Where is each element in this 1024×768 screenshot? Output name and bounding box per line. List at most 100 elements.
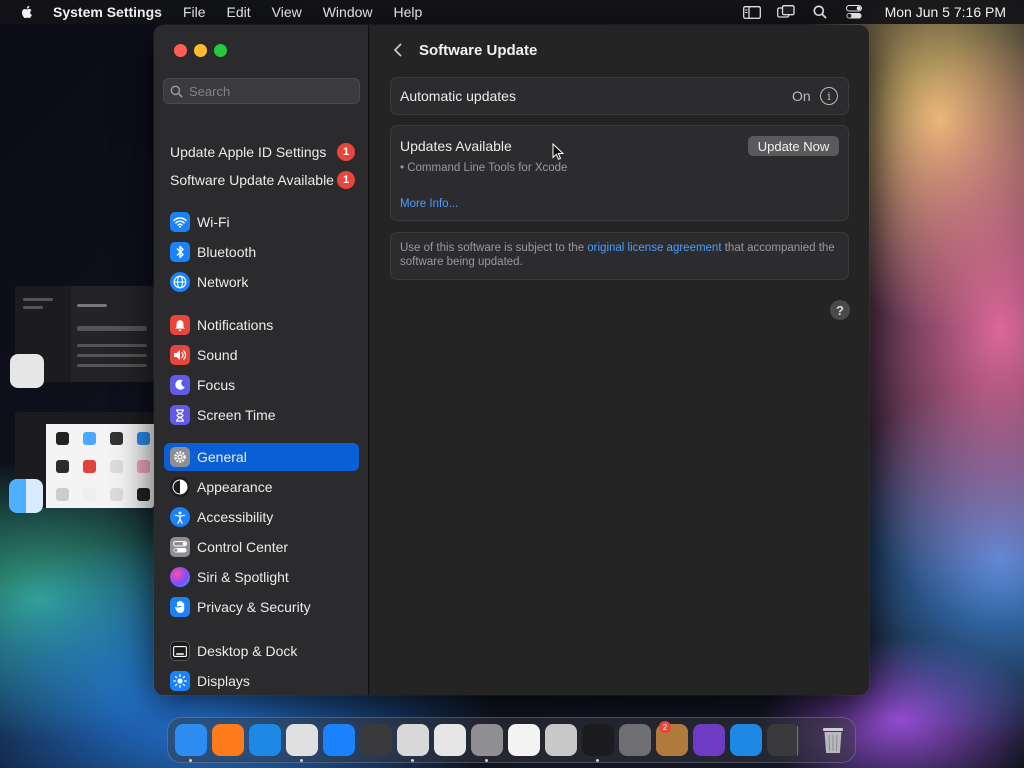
- thumbnail-cell: [137, 488, 150, 501]
- finder-icon[interactable]: [175, 724, 207, 756]
- sidebar-item-desktop-dock[interactable]: Desktop & Dock: [164, 637, 359, 665]
- sidebar-item-label: Sound: [197, 347, 238, 363]
- finder-side-icon[interactable]: [9, 479, 43, 513]
- update-now-button[interactable]: Update Now: [748, 136, 839, 156]
- sidebar-alert-label: Update Apple ID Settings: [170, 144, 327, 160]
- sidebar-item-network[interactable]: Network: [164, 268, 359, 296]
- search-field[interactable]: [163, 78, 360, 104]
- thumbnail-cell: [137, 460, 150, 473]
- sidebar-item-bluetooth[interactable]: Bluetooth: [164, 238, 359, 266]
- sidebar-item-sound[interactable]: Sound: [164, 341, 359, 369]
- app-store-icon[interactable]: [323, 724, 355, 756]
- sidebar-item-label: Screen Time: [197, 407, 276, 423]
- notification-badge: 1: [337, 171, 355, 189]
- sidebar-alert-apple-id[interactable]: Update Apple ID Settings 1: [170, 141, 355, 163]
- menu-view[interactable]: View: [272, 4, 302, 20]
- app-name-menu[interactable]: System Settings: [53, 4, 162, 20]
- vscode-icon[interactable]: [730, 724, 762, 756]
- sidebar-item-accessibility[interactable]: Accessibility: [164, 503, 359, 531]
- automatic-updates-row: Automatic updates On i: [390, 77, 849, 115]
- apple-icon[interactable]: [19, 4, 35, 20]
- firefox-icon[interactable]: [212, 724, 244, 756]
- sidebar-item-general[interactable]: General: [164, 443, 359, 471]
- update-item: • Command Line Tools for Xcode: [400, 162, 568, 174]
- thumbnail-line: [77, 326, 147, 331]
- control-center-icon[interactable]: [845, 5, 863, 19]
- minimize-button[interactable]: [194, 44, 207, 57]
- sidebar-alert-software-update[interactable]: Software Update Available 1: [170, 169, 355, 191]
- sidebar-item-label: Focus: [197, 377, 236, 393]
- wifi-icon: [170, 212, 190, 232]
- sidebar-item-displays[interactable]: Displays: [164, 667, 359, 695]
- menu-window[interactable]: Window: [323, 4, 373, 20]
- sidebar-item-control-center[interactable]: Control Center: [164, 533, 359, 561]
- trash-icon[interactable]: [817, 724, 849, 756]
- sidebar-item-siri-spotlight[interactable]: Siri & Spotlight: [164, 563, 359, 591]
- sidebar-item-notifications[interactable]: Notifications: [164, 311, 359, 339]
- thumbnail-cell: [56, 488, 69, 501]
- safari-icon[interactable]: [249, 724, 281, 756]
- sidebar-item-screen-time[interactable]: Screen Time: [164, 401, 359, 429]
- info-icon[interactable]: i: [820, 87, 838, 105]
- page-title: Software Update: [419, 42, 538, 59]
- close-button[interactable]: [174, 44, 187, 57]
- thumbnail-cell: [110, 432, 123, 445]
- control-center-icon: [170, 537, 190, 557]
- sidebar-item-label: Privacy & Security: [197, 599, 311, 615]
- accessibility-icon: [170, 507, 190, 527]
- search-input[interactable]: [189, 83, 349, 99]
- sidebar-item-label: Siri & Spotlight: [197, 569, 289, 585]
- thumbnail-cell: [110, 460, 123, 473]
- thumbnail-line: [77, 304, 107, 307]
- spotlight-search-icon[interactable]: [811, 5, 829, 19]
- script-editor-icon[interactable]: [434, 724, 466, 756]
- utility-icon[interactable]: [619, 724, 651, 756]
- screenshot-icon[interactable]: [360, 724, 392, 756]
- launchpad-icon[interactable]: [767, 724, 799, 756]
- sidebar-item-label: Bluetooth: [197, 244, 257, 260]
- license-text-before: Use of this software is subject to the: [400, 242, 588, 254]
- thumbnail-cell: [110, 488, 123, 501]
- textedit-icon[interactable]: [508, 724, 540, 756]
- sidebar-item-focus[interactable]: Focus: [164, 371, 359, 399]
- sidebar-item-label: Displays: [197, 673, 250, 689]
- terminal-icon[interactable]: [582, 724, 614, 756]
- hand-icon: [170, 597, 190, 617]
- sidebar-item-label: Control Center: [197, 539, 289, 555]
- menu-edit[interactable]: Edit: [227, 4, 251, 20]
- license-agreement-link[interactable]: original license agreement: [587, 242, 721, 254]
- mouse-cursor-icon: [552, 143, 564, 160]
- dock: 2: [167, 717, 856, 763]
- more-info-link[interactable]: More Info...: [400, 198, 458, 210]
- bluetooth-icon: [170, 242, 190, 262]
- visual-studio-icon[interactable]: [693, 724, 725, 756]
- zoom-button[interactable]: [214, 44, 227, 57]
- sidebar-item-label: Desktop & Dock: [197, 643, 298, 659]
- sidebar-item-wifi[interactable]: Wi-Fi: [164, 208, 359, 236]
- menubar-clock[interactable]: Mon Jun 5 7:16 PM: [885, 4, 1006, 20]
- menu-file[interactable]: File: [183, 4, 206, 20]
- sidebar-item-appearance[interactable]: Appearance: [164, 473, 359, 501]
- screen-mirroring-icon[interactable]: [776, 5, 795, 19]
- updates-available-label: Updates Available: [400, 138, 512, 154]
- thumbnail-line: [23, 298, 53, 301]
- chrome-icon[interactable]: [286, 724, 318, 756]
- migration-assistant-icon[interactable]: [545, 724, 577, 756]
- menu-help[interactable]: Help: [394, 4, 423, 20]
- back-chevron-icon[interactable]: [390, 41, 406, 59]
- preview-app-icon[interactable]: [10, 354, 44, 388]
- sidebar-item-privacy-security[interactable]: Privacy & Security: [164, 593, 359, 621]
- dock-separator: [797, 726, 798, 756]
- running-indicator: [411, 759, 414, 762]
- thumbnail-panel: [46, 424, 154, 508]
- updates-available-card: Updates Available Update Now • Command L…: [390, 125, 849, 221]
- network-icon: [170, 272, 190, 292]
- screen-time-icon: [170, 405, 190, 425]
- notification-badge: 1: [337, 143, 355, 161]
- appearance-icon: [170, 477, 190, 497]
- preview-icon[interactable]: [397, 724, 429, 756]
- sidebar-item-label: Accessibility: [197, 509, 274, 525]
- sidebar-toggle-icon[interactable]: [742, 5, 761, 19]
- help-button[interactable]: ?: [830, 300, 850, 320]
- system-settings-icon[interactable]: [471, 724, 503, 756]
